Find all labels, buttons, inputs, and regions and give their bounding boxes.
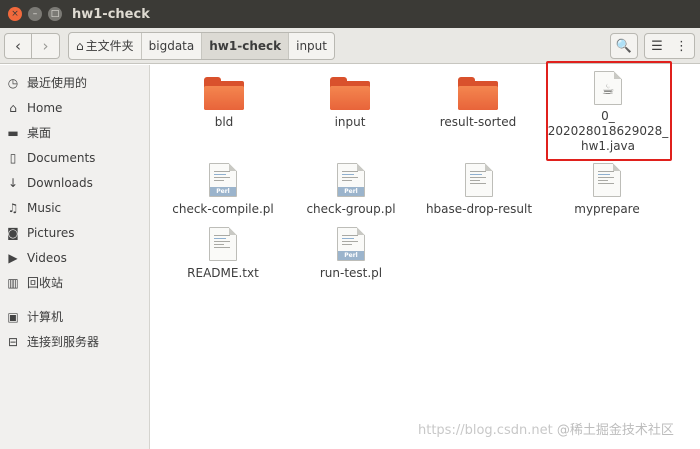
text-file-icon [593, 163, 621, 197]
list-view-button[interactable]: ☰ [644, 33, 670, 59]
breadcrumb-input[interactable]: input [289, 33, 334, 59]
menu-button[interactable]: ⋮ [669, 33, 695, 59]
file-name: check-group.pl [306, 202, 396, 216]
breadcrumb-bigdata[interactable]: bigdata [142, 32, 203, 59]
sidebar-item-label: 桌面 [27, 126, 52, 140]
perl-file-icon: Perl [209, 163, 237, 197]
minimize-icon: – [32, 8, 38, 19]
sidebar-item-connect-server[interactable]: ⊟ 连接到服务器 [0, 329, 149, 354]
film-icon: ▶ [8, 250, 18, 265]
sidebar-item-label: 计算机 [27, 310, 64, 324]
folder-icon: ▬ [7, 125, 19, 140]
document-icon: ▯ [9, 150, 17, 165]
breadcrumb: ⌂ 主文件夹 bigdata hw1-check input [68, 31, 335, 60]
file-name: check-compile.pl [172, 202, 274, 216]
breadcrumb-label: input [296, 38, 327, 53]
file-item-text[interactable]: README.txt [153, 227, 293, 281]
file-item-folder[interactable]: bld [154, 77, 294, 130]
maximize-window-button[interactable]: □ [48, 7, 62, 21]
maximize-icon: □ [50, 8, 60, 19]
sidebar-item-label: 回收站 [27, 276, 64, 290]
watermark-brand: @稀土掘金技术社区 [556, 423, 674, 438]
list-icon: ☰ [651, 38, 663, 54]
file-item-folder[interactable]: result-sorted [408, 77, 548, 130]
download-icon: ↓ [7, 175, 19, 190]
highlight-box [546, 61, 672, 161]
clock-icon: ◷ [7, 75, 19, 90]
title-bar: × – □ hw1-check [0, 0, 700, 28]
minimize-window-button[interactable]: – [28, 7, 42, 21]
home-icon: ⌂ [76, 38, 84, 53]
file-item-folder[interactable]: input [280, 77, 420, 130]
perl-file-icon: Perl [337, 227, 365, 261]
forward-button[interactable]: › [32, 32, 60, 59]
file-item-perl[interactable]: Perl check-compile.pl [153, 163, 293, 217]
chevron-right-icon: › [42, 36, 49, 55]
sidebar-item-label: 连接到服务器 [27, 335, 100, 349]
chevron-left-icon: ‹ [15, 36, 21, 55]
perl-file-icon: Perl [337, 163, 365, 197]
camera-icon: ◙ [7, 225, 19, 240]
folder-icon [330, 77, 370, 110]
sidebar-item-label: Pictures [27, 225, 75, 240]
search-icon: 🔍 [615, 38, 633, 54]
sidebar-item-downloads[interactable]: ↓ Downloads [0, 170, 149, 195]
window-title: hw1-check [72, 6, 150, 22]
file-name: hbase-drop-result [425, 202, 533, 216]
folder-icon [204, 77, 244, 110]
breadcrumb-label: hw1-check [209, 38, 282, 53]
sidebar-item-label: Videos [27, 250, 67, 265]
home-icon: ⌂ [9, 100, 17, 115]
sidebar-item-pictures[interactable]: ◙ Pictures [0, 220, 149, 245]
file-item-text[interactable]: myprepare [537, 163, 677, 217]
sidebar-item-label: Music [27, 200, 62, 215]
sidebar-item-recent[interactable]: ◷ 最近使用的 [0, 70, 149, 95]
sidebar-item-documents[interactable]: ▯ Documents [0, 145, 149, 170]
sidebar-item-music[interactable]: ♫ Music [0, 195, 149, 220]
sidebar-item-desktop[interactable]: ▬ 桌面 [0, 120, 149, 145]
text-file-icon [209, 227, 237, 261]
file-item-perl[interactable]: Perl check-group.pl [281, 163, 421, 217]
menu-icon: ⋮ [675, 38, 688, 54]
sidebar-item-trash[interactable]: ▥ 回收站 [0, 270, 149, 295]
back-button[interactable]: ‹ [4, 32, 32, 59]
file-item-perl[interactable]: Perl run-test.pl [281, 227, 421, 281]
watermark: https://blog.csdn.net @稀土掘金技术社区 [418, 419, 674, 438]
sidebar-item-home[interactable]: ⌂ Home [0, 95, 149, 120]
watermark-url: https://blog.csdn.net [418, 423, 553, 438]
sidebar-item-label: Downloads [27, 175, 93, 190]
sidebar-item-computer[interactable]: ▣ 计算机 [0, 304, 149, 329]
breadcrumb-label: 主文件夹 [85, 39, 134, 53]
trash-icon: ▥ [7, 275, 19, 290]
breadcrumb-hw1-check[interactable]: hw1-check [202, 32, 290, 59]
breadcrumb-label: bigdata [148, 38, 195, 53]
computer-icon: ▣ [7, 309, 19, 324]
sidebar-item-label: Home [27, 100, 63, 115]
breadcrumb-home[interactable]: ⌂ 主文件夹 [69, 32, 142, 59]
sidebar-item-label: 最近使用的 [27, 76, 88, 90]
close-window-button[interactable]: × [8, 7, 22, 21]
toolbar: ‹ › ⌂ 主文件夹 bigdata hw1-check input 🔍 ☰ ⋮ [0, 28, 700, 64]
server-icon: ⊟ [7, 334, 19, 349]
sidebar: ◷ 最近使用的 ⌂ Home ▬ 桌面 ▯ Documents ↓ Downloads ♫… [0, 65, 150, 449]
search-button[interactable]: 🔍 [610, 33, 638, 59]
sidebar-item-videos[interactable]: ▶ Videos [0, 245, 149, 270]
text-file-icon [465, 163, 493, 197]
file-name: myprepare [574, 202, 640, 216]
file-name: run-test.pl [319, 266, 383, 280]
file-name: README.txt [187, 266, 259, 280]
file-name: input [334, 115, 366, 129]
file-name: bld [214, 115, 234, 129]
file-name: result-sorted [439, 115, 517, 129]
close-icon: × [11, 8, 19, 19]
sidebar-item-label: Documents [27, 150, 96, 165]
folder-icon [458, 77, 498, 110]
file-item-text[interactable]: hbase-drop-result [409, 163, 549, 217]
music-icon: ♫ [7, 200, 19, 215]
